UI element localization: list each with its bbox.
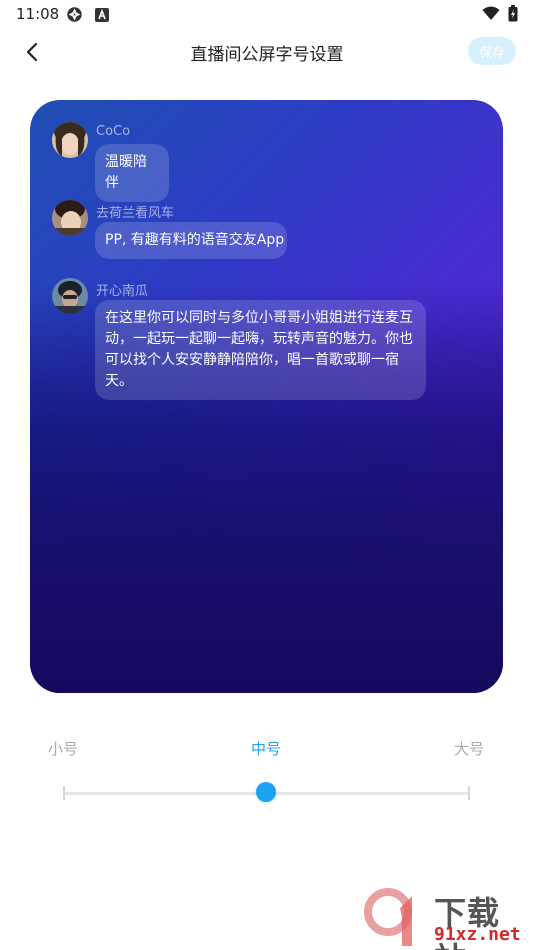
chat-preview-card: CoCo 温暖陪伴 去荷兰看风车 PP, 有趣有料的语音交友App 开心南瓜 在…: [30, 100, 503, 693]
slider-tick-small: [63, 786, 65, 800]
watermark-logo-icon: [364, 888, 412, 946]
slider-tick-large: [468, 786, 470, 800]
page-title: 直播间公屏字号设置: [190, 45, 344, 65]
status-left-icons: [66, 6, 109, 23]
save-button[interactable]: 保存: [468, 37, 516, 65]
a-badge-icon: [95, 7, 109, 22]
avatar: [52, 200, 88, 236]
username: 开心南瓜: [96, 284, 149, 299]
chat-message: 开心南瓜 在这里你可以同时与多位小哥哥小姐姐进行连麦互动，一起玩一起聊一起嗨，玩…: [52, 278, 472, 408]
status-bar: 11:08: [0, 0, 534, 28]
size-option-medium[interactable]: 中号: [251, 738, 281, 759]
status-time: 11:08: [16, 5, 60, 23]
watermark: 下载站 91xz.net: [360, 888, 530, 950]
username: 去荷兰看风车: [96, 206, 175, 221]
aperture-icon: [67, 7, 82, 22]
watermark-subtitle: 91xz.net: [434, 924, 521, 945]
status-right-icons: [482, 5, 518, 22]
chat-message: 去荷兰看风车 PP, 有趣有料的语音交友App: [52, 200, 472, 270]
chat-bubble: 在这里你可以同时与多位小哥哥小姐姐进行连麦互动，一起玩一起聊一起嗨，玩转声音的魅…: [95, 300, 426, 400]
wifi-icon: [482, 6, 500, 20]
username: CoCo: [96, 124, 131, 139]
font-size-slider-thumb[interactable]: [256, 782, 276, 802]
chat-message: CoCo 温暖陪伴: [52, 122, 472, 202]
size-option-small[interactable]: 小号: [48, 738, 78, 759]
avatar: [52, 122, 88, 158]
battery-icon: [508, 5, 518, 22]
size-option-large[interactable]: 大号: [454, 738, 484, 759]
chat-bubble: 温暖陪伴: [95, 144, 169, 202]
chat-bubble: PP, 有趣有料的语音交友App: [95, 222, 287, 259]
avatar: [52, 278, 88, 314]
header: 直播间公屏字号设置 保存: [0, 30, 534, 74]
